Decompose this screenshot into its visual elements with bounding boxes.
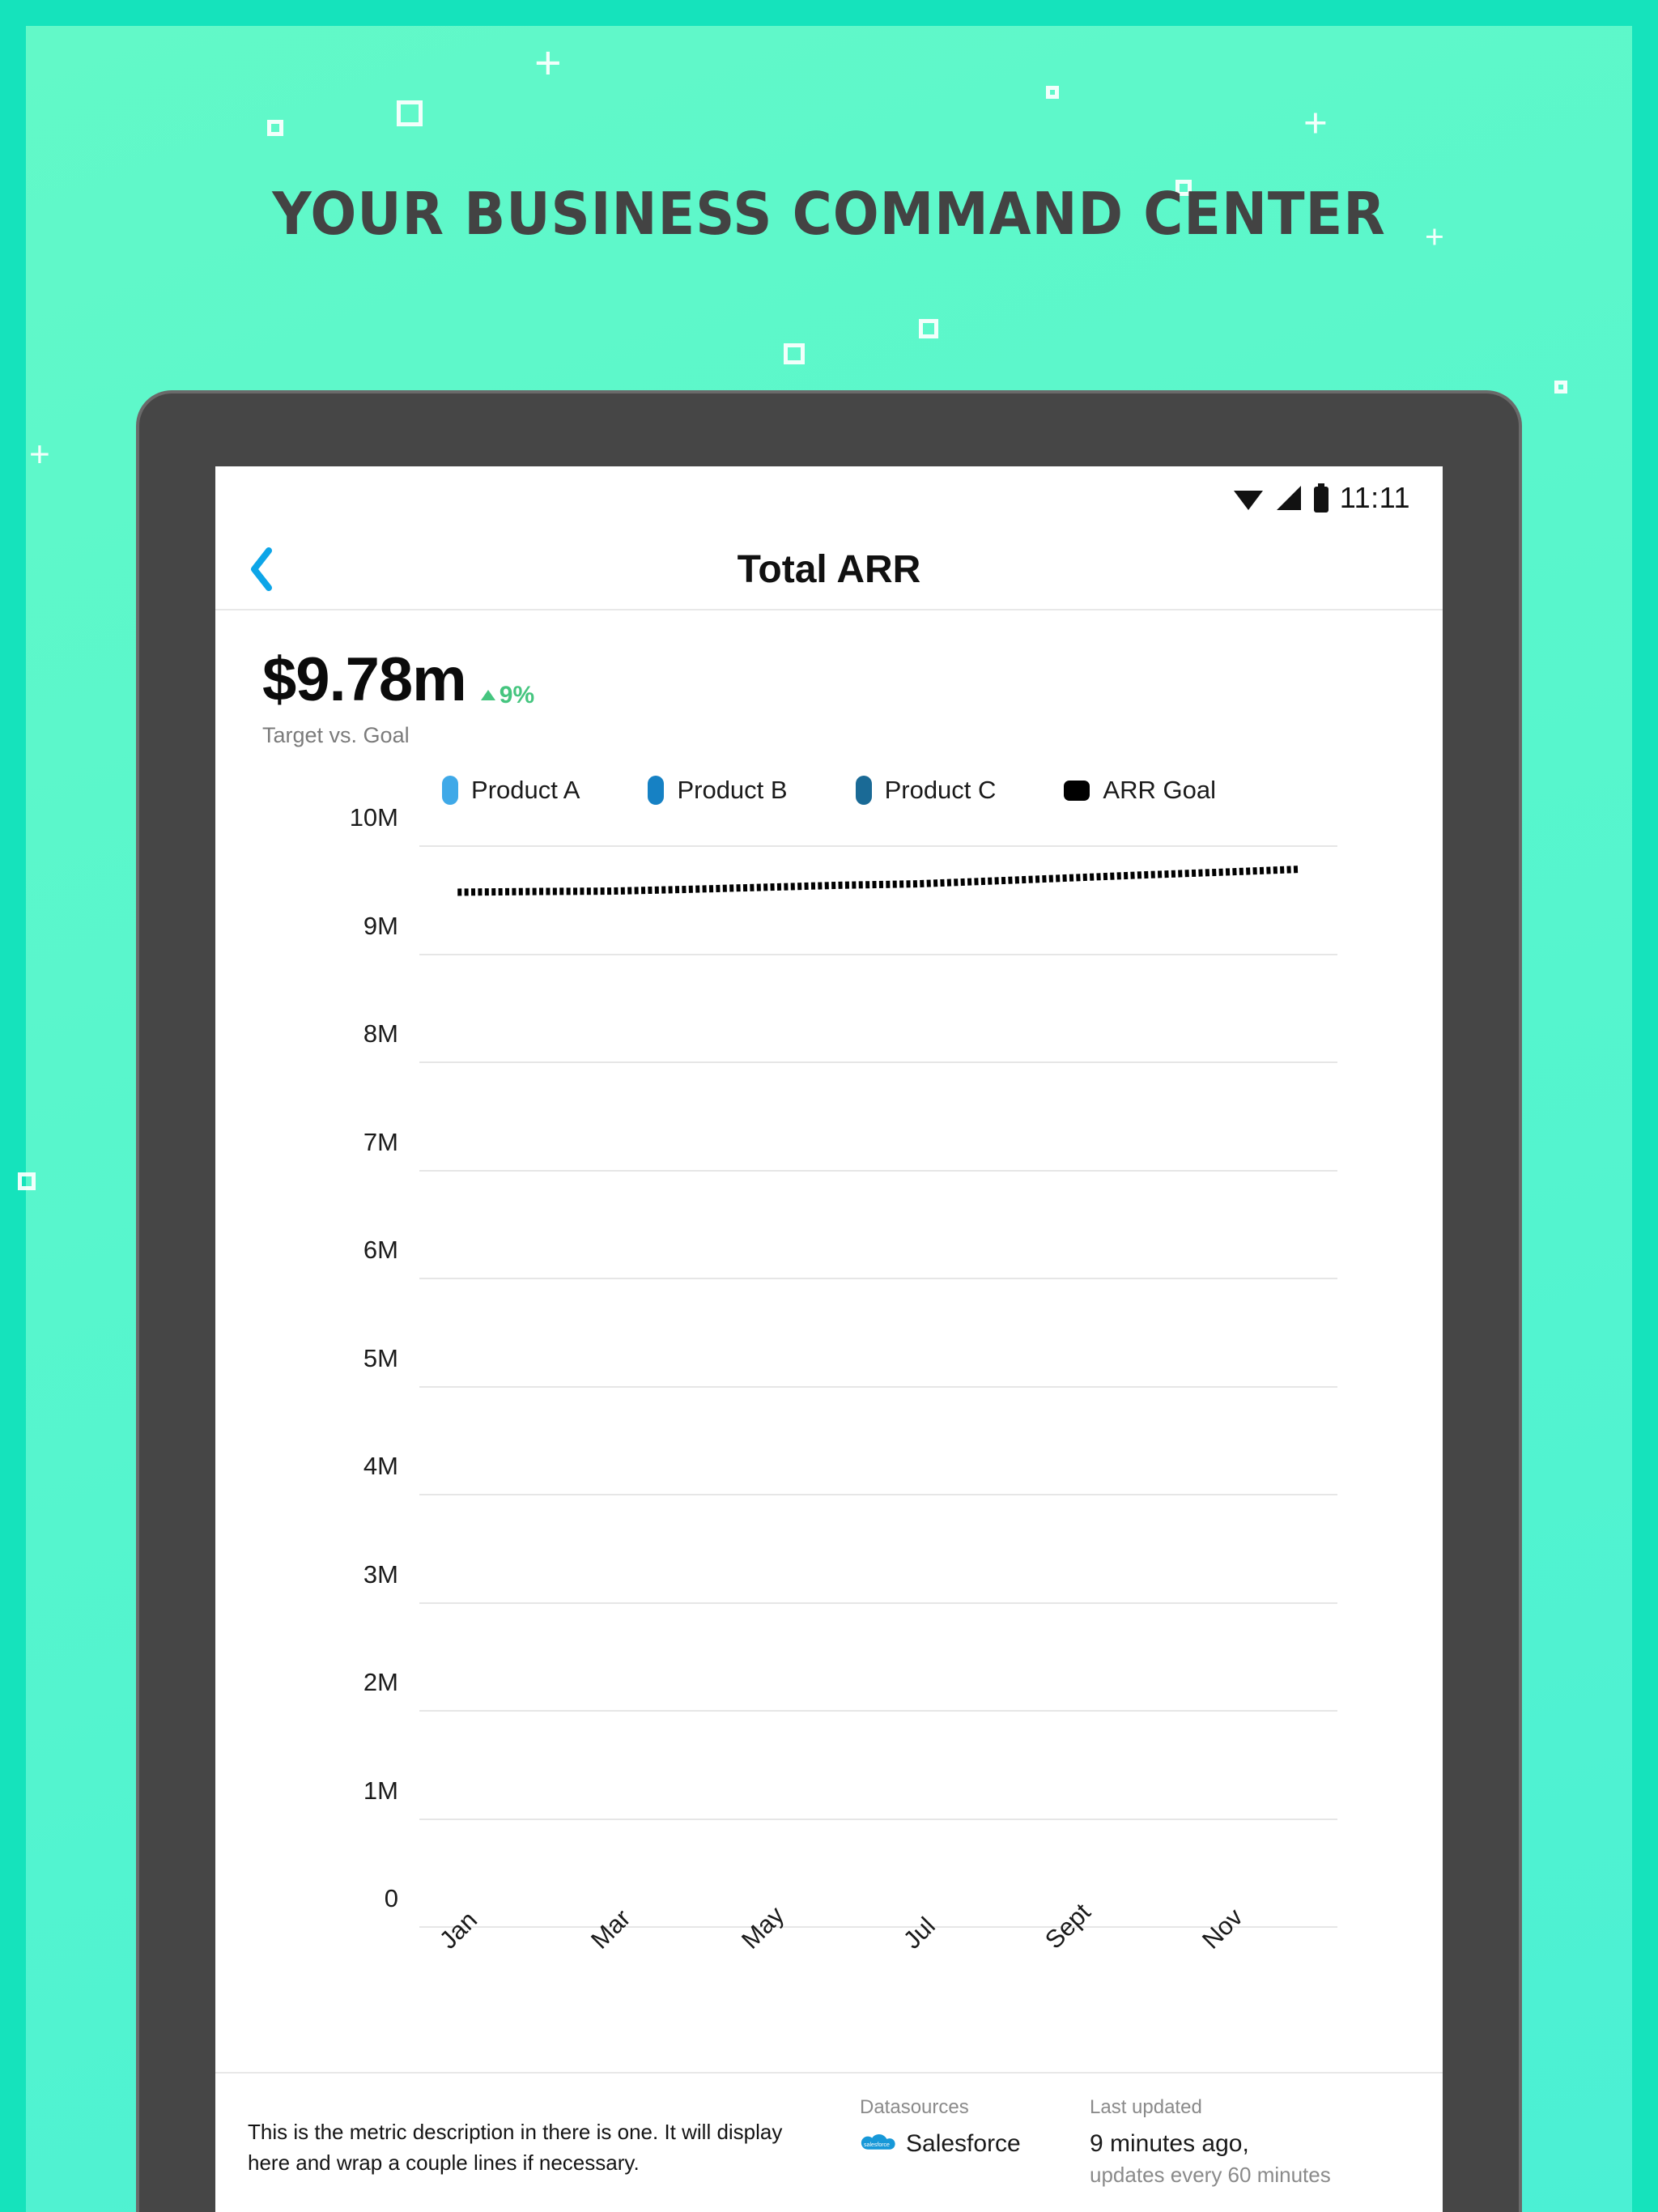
metric-description: This is the metric description in there … — [248, 2120, 783, 2175]
salesforce-cloud-icon: salesforce — [861, 2133, 895, 2150]
y-axis-tick-label: 2M — [363, 1668, 398, 1696]
last-updated-block: Last updated 9 minutes ago, updates ever… — [1082, 2096, 1410, 2188]
page-title: Total ARR — [737, 547, 921, 591]
x-axis-slot: Jan — [419, 1906, 496, 1994]
bar-slot[interactable] — [649, 847, 726, 1928]
chart-area: 0 1M 2M 3M 4M 5M 6M 7M 8M 9M 10M Jan Mar May Jul Sept N… — [215, 803, 1443, 2072]
legend-label: Product A — [471, 776, 580, 804]
bar-slot[interactable] — [725, 847, 802, 1928]
x-axis-slot: Nov — [1184, 1903, 1261, 1994]
x-axis-slot — [1261, 1929, 1338, 1994]
kpi-row: $9.78m 9% — [262, 644, 1443, 715]
x-axis-slot: Sept — [1031, 1898, 1108, 1994]
bar-slot[interactable] — [572, 847, 649, 1928]
datasource-name: Salesforce — [906, 2130, 1021, 2157]
kpi-block: $9.78m 9% Target vs. Goal — [215, 610, 1443, 748]
decor-square — [267, 120, 283, 136]
bar-slot[interactable] — [496, 847, 573, 1928]
datasource-item[interactable]: salesforce Salesforce — [860, 2130, 1082, 2158]
delta-up-arrow-icon — [480, 690, 495, 700]
decor-square — [1554, 381, 1567, 393]
bar-slot[interactable] — [1184, 847, 1261, 1928]
legend-item[interactable]: Product A — [442, 776, 580, 805]
x-axis-slot — [1108, 1929, 1185, 1994]
y-axis-tick-label: 4M — [363, 1452, 398, 1480]
datasources-block: Datasources salesforce Salesforce — [814, 2096, 1082, 2158]
last-updated-value: 9 minutes ago, — [1090, 2130, 1249, 2157]
legend-swatch-goal-icon — [1064, 780, 1090, 801]
bar-slot[interactable] — [878, 847, 955, 1928]
bar-slot[interactable] — [419, 847, 496, 1928]
last-updated-note: updates every 60 minutes — [1090, 2163, 1331, 2187]
legend-item[interactable]: Product B — [648, 776, 788, 805]
chart-plot: 0 1M 2M 3M 4M 5M 6M 7M 8M 9M 10M — [350, 803, 1337, 1928]
svg-text:salesforce: salesforce — [864, 2142, 890, 2148]
bar-slot[interactable] — [955, 847, 1032, 1928]
bar-slot[interactable] — [1031, 847, 1108, 1928]
legend-item[interactable]: Product C — [855, 776, 997, 805]
x-axis-slot: Jul — [878, 1912, 955, 1994]
page-headline: YOUR BUSINESS COMMAND CENTER — [272, 180, 1386, 248]
decor-plus: + — [29, 435, 50, 474]
chart-bars — [419, 847, 1337, 1928]
datasources-label: Datasources — [860, 2096, 969, 2118]
legend-swatch-icon — [855, 776, 872, 805]
x-axis-slot: Mar — [572, 1904, 649, 1994]
y-axis-tick-label: 3M — [363, 1559, 398, 1589]
status-time: 11:11 — [1339, 481, 1410, 514]
bar-slot[interactable] — [1261, 847, 1338, 1928]
bar-slot[interactable] — [802, 847, 879, 1928]
legend-swatch-icon — [648, 776, 665, 805]
y-axis-tick-label: 10M — [349, 803, 398, 832]
decor-square — [1046, 86, 1059, 99]
decor-square — [919, 319, 938, 338]
y-axis-tick-label: 1M — [363, 1776, 398, 1805]
wifi-icon — [1233, 491, 1263, 510]
title-bar: Total ARR — [215, 530, 1443, 610]
back-button[interactable] — [236, 540, 285, 598]
kpi-value: $9.78m — [262, 645, 467, 714]
decor-square — [784, 343, 805, 364]
battery-icon — [1313, 483, 1329, 513]
app-screen: 11:11 Total ARR $9.78m 9% Target vs. Goa… — [215, 466, 1443, 2212]
decor-plus: + — [1303, 100, 1328, 146]
signal-icon — [1276, 486, 1301, 510]
tablet-bezel: 11:11 Total ARR $9.78m 9% Target vs. Goa… — [139, 393, 1519, 2212]
tablet-device-frame: 11:11 Total ARR $9.78m 9% Target vs. Goa… — [136, 390, 1522, 2212]
last-updated-label: Last updated — [1090, 2096, 1202, 2118]
decor-plus: + — [534, 37, 562, 89]
chart-x-axis-labels: Jan Mar May Jul Sept Nov — [419, 1898, 1338, 1994]
kpi-subtitle: Target vs. Goal — [262, 723, 410, 747]
x-axis-slot — [802, 1929, 879, 1994]
decor-square — [397, 100, 423, 126]
legend-item[interactable]: ARR Goal — [1064, 776, 1216, 805]
legend-label: ARR Goal — [1103, 776, 1216, 804]
decor-square — [18, 1172, 36, 1190]
chevron-left-icon — [251, 547, 272, 591]
legend-swatch-icon — [442, 776, 459, 805]
x-axis-slot: May — [725, 1901, 802, 1994]
chart-legend: Product A Product B Product C ARR Goal — [215, 776, 1443, 805]
chart-footer: This is the metric description in there … — [215, 2072, 1443, 2212]
y-axis-tick-label: 7M — [363, 1127, 398, 1156]
legend-label: Product B — [677, 776, 788, 804]
y-axis-tick-label: 9M — [363, 911, 398, 940]
status-bar: 11:11 — [215, 466, 1443, 530]
kpi-delta: 9% — [480, 681, 535, 709]
bar-slot[interactable] — [1108, 847, 1185, 1928]
kpi-delta-value: 9% — [499, 681, 535, 708]
x-axis-slot — [649, 1929, 726, 1994]
y-axis-tick-label: 8M — [363, 1019, 398, 1048]
legend-label: Product C — [884, 776, 997, 804]
x-axis-slot — [955, 1929, 1032, 1994]
y-axis-tick-label: 5M — [363, 1343, 398, 1372]
y-axis-tick-label: 0 — [384, 1884, 398, 1912]
x-axis-slot — [496, 1929, 573, 1994]
y-axis-tick-label: 6M — [363, 1236, 398, 1264]
